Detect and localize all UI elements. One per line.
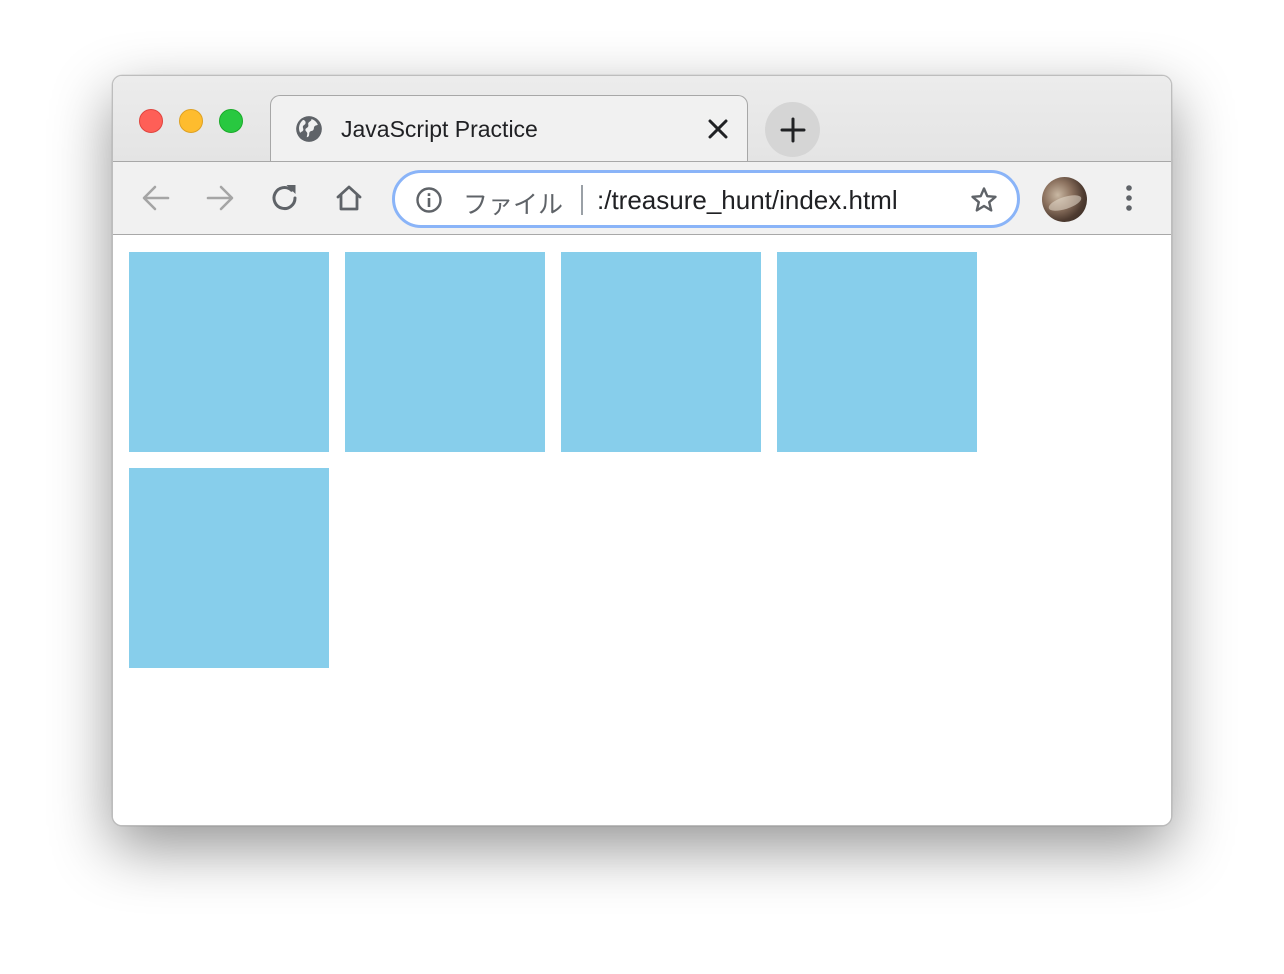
treasure-box[interactable] [561, 252, 761, 452]
close-icon[interactable] [707, 118, 729, 140]
vertical-dots-icon[interactable] [1116, 181, 1142, 215]
treasure-box[interactable] [777, 252, 977, 452]
title-bar: JavaScript Practice [113, 76, 1171, 162]
browser-toolbar: ファイル :/treasure_hunt/index.html [113, 161, 1171, 235]
new-tab-button[interactable] [765, 102, 820, 157]
omnibox-divider [581, 185, 583, 215]
tab-active[interactable]: JavaScript Practice [270, 95, 748, 162]
reload-button[interactable] [268, 181, 302, 215]
home-icon [336, 185, 362, 211]
window-minimize-button[interactable] [179, 109, 203, 133]
arrow-left-icon [142, 185, 170, 211]
box-grid [129, 252, 993, 668]
globe-icon [295, 115, 323, 143]
treasure-box[interactable] [345, 252, 545, 452]
address-bar[interactable]: ファイル :/treasure_hunt/index.html [392, 170, 1020, 228]
profile-avatar[interactable] [1042, 177, 1087, 222]
window-close-button[interactable] [139, 109, 163, 133]
plus-icon [780, 117, 806, 143]
browser-window: JavaScript Practice ファイル:/treasure_hunt… [112, 75, 1172, 826]
info-icon[interactable] [415, 186, 443, 214]
reload-icon [272, 185, 297, 210]
forward-button[interactable] [203, 181, 237, 215]
window-zoom-button[interactable] [219, 109, 243, 133]
treasure-box[interactable] [129, 468, 329, 668]
tab-title: JavaScript Practice [341, 116, 538, 142]
scheme-label: ファイル [463, 191, 564, 219]
arrow-right-icon [206, 185, 234, 211]
home-button[interactable] [332, 181, 366, 215]
back-button[interactable] [139, 181, 173, 215]
treasure-box[interactable] [129, 252, 329, 452]
url-text[interactable]: :/treasure_hunt/index.html [597, 185, 898, 216]
star-icon[interactable] [969, 185, 999, 215]
page-viewport [113, 235, 1171, 825]
